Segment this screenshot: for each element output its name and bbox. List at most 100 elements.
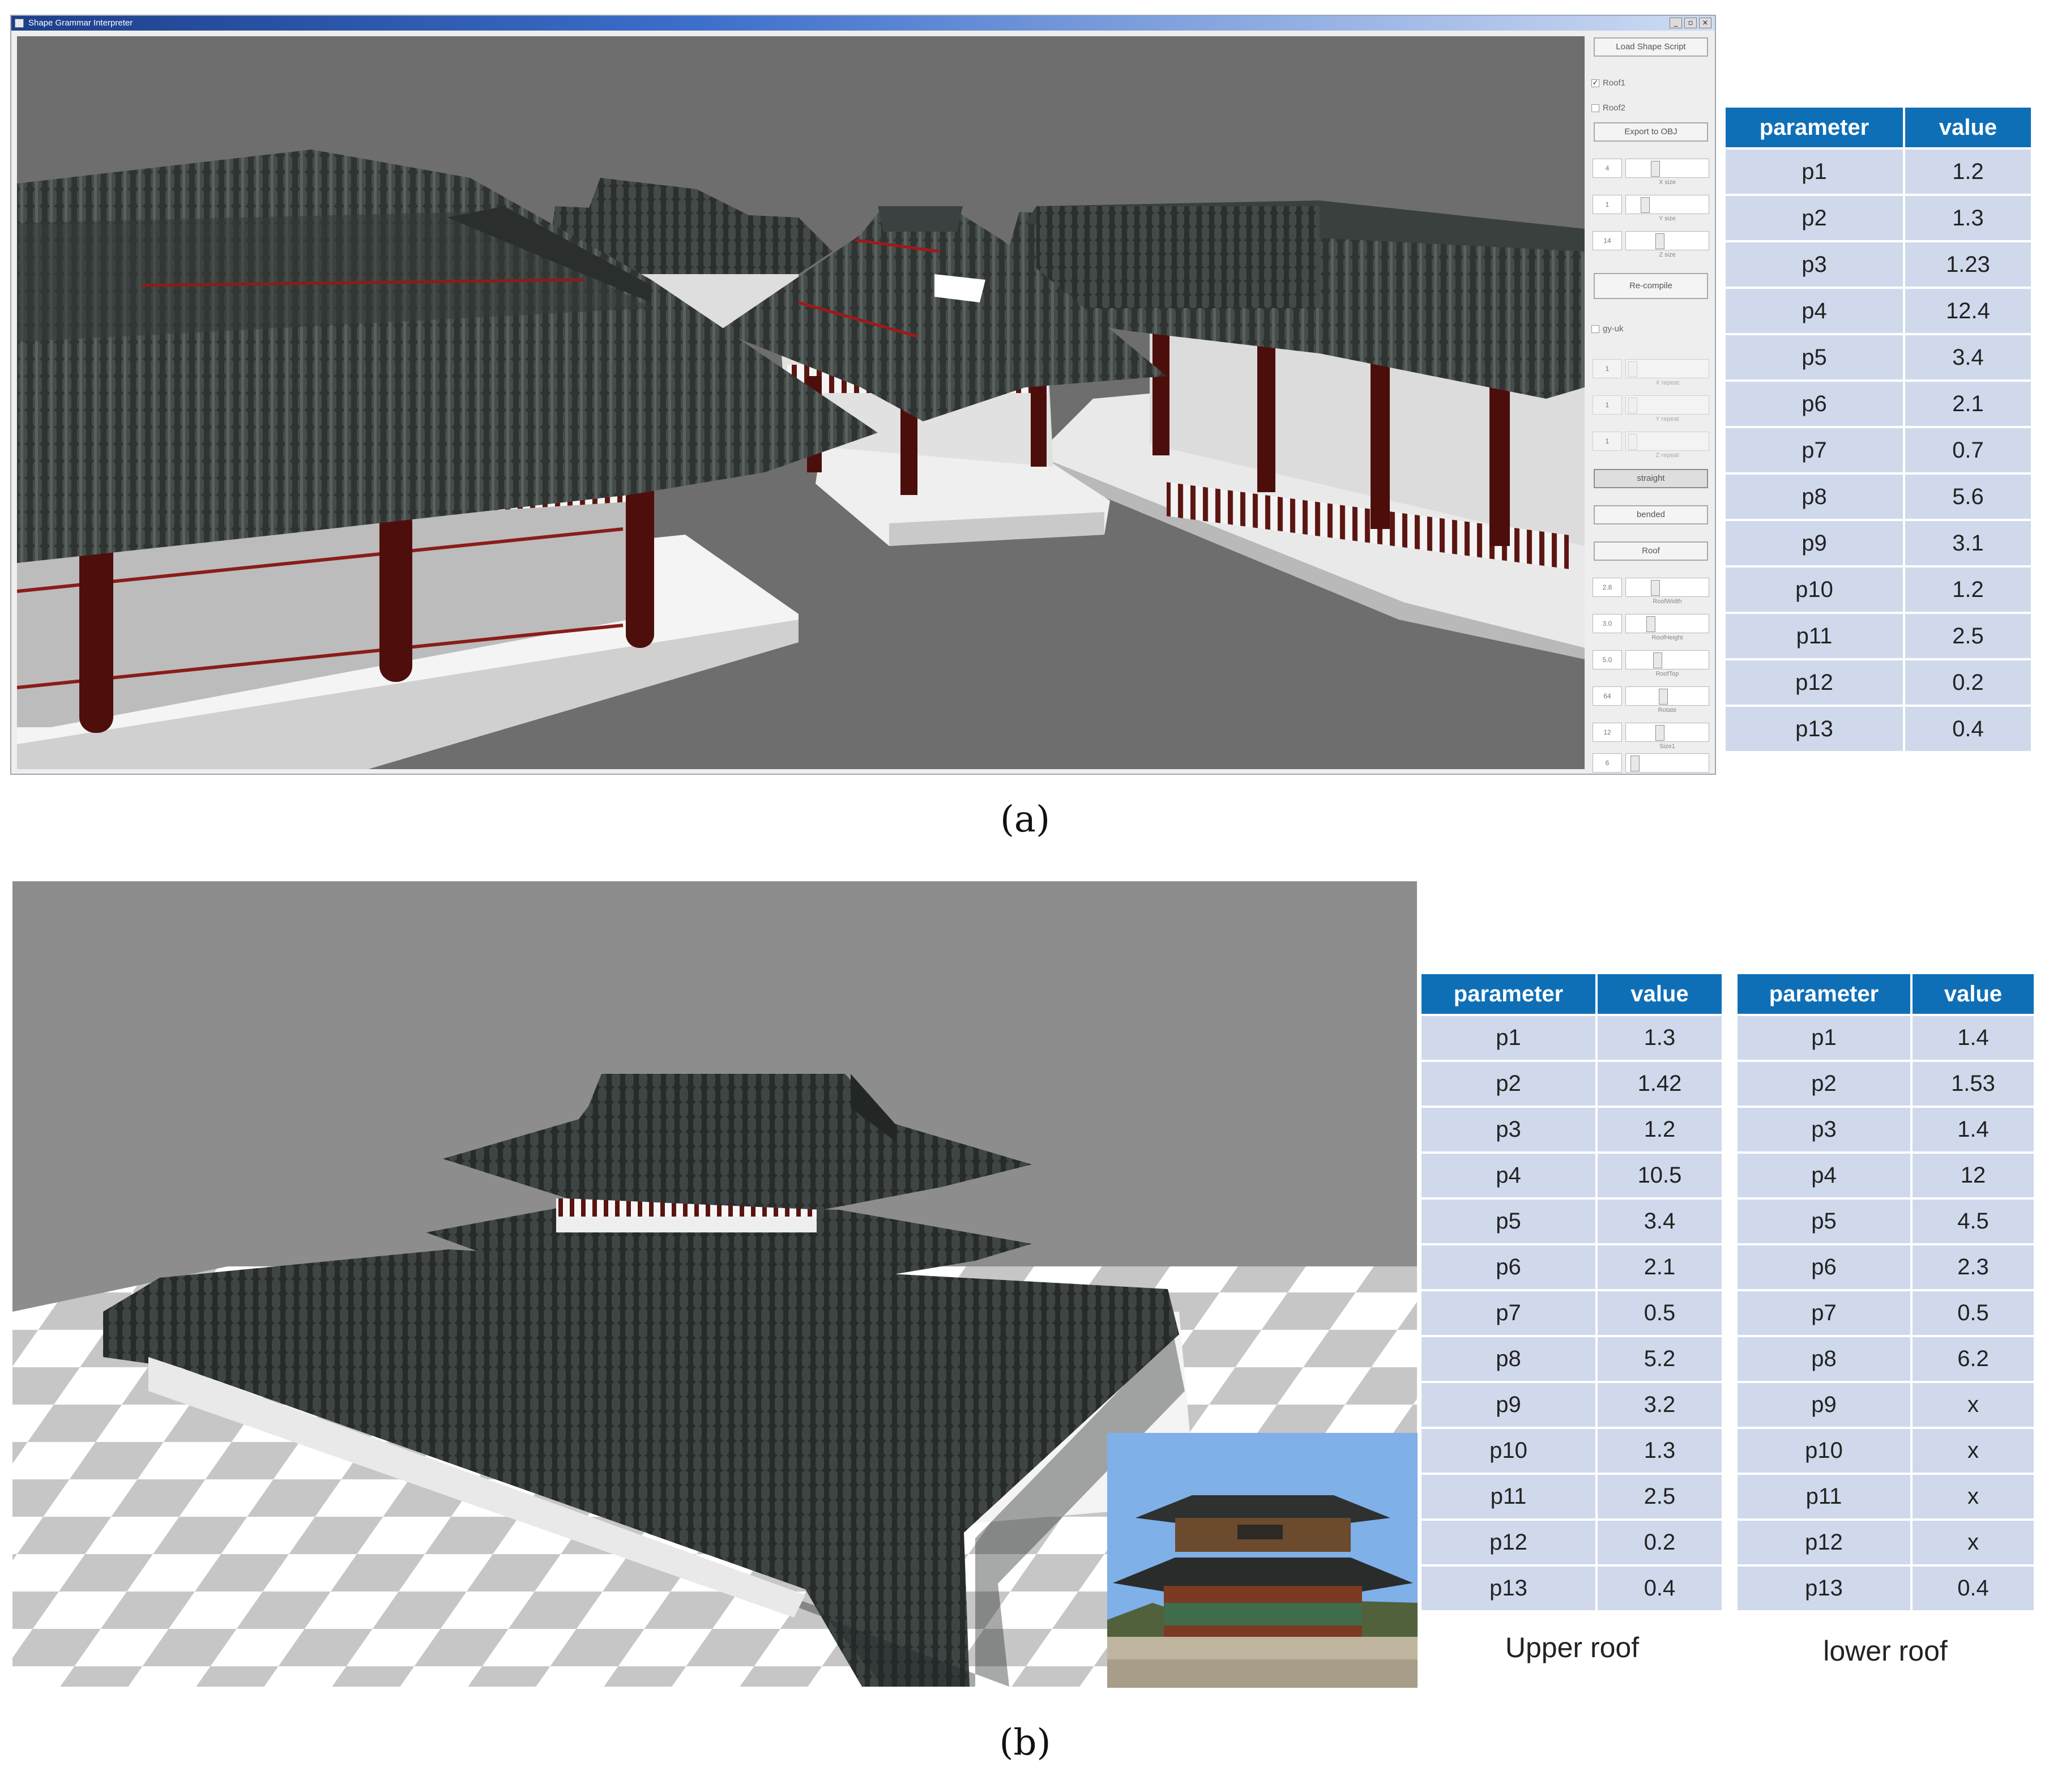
parameter-cell: p5 [1422, 1200, 1595, 1243]
slider-thumb[interactable] [1628, 361, 1637, 377]
x-size-slider[interactable]: 4 X size [1593, 157, 1709, 189]
size2-track[interactable] [1625, 753, 1709, 773]
parameter-cell: p12 [1422, 1521, 1595, 1564]
slider-thumb[interactable] [1628, 398, 1637, 413]
roof1-check-icon[interactable]: ✓ [1591, 79, 1599, 87]
table-row: p2 1.53 [1738, 1062, 2034, 1106]
rotate-value[interactable]: 64 [1593, 686, 1622, 706]
x-repeat-value[interactable]: 1 [1593, 359, 1622, 378]
bended-button[interactable]: bended [1594, 505, 1708, 524]
roof1-checkbox[interactable]: ✓ Roof1 [1591, 78, 1625, 88]
straight-button[interactable]: straight [1594, 469, 1708, 488]
parameter-cell: p1 [1422, 1016, 1595, 1060]
z-size-track[interactable] [1625, 231, 1709, 250]
table-row: p7 0.5 [1738, 1291, 2034, 1335]
slider-thumb[interactable] [1628, 434, 1637, 450]
value-cell: 0.4 [1905, 707, 2031, 751]
y-repeat-value[interactable]: 1 [1593, 395, 1622, 415]
3d-viewport[interactable] [17, 36, 1585, 769]
x-size-value[interactable]: 4 [1593, 159, 1622, 178]
table-row: p5 4.5 [1738, 1200, 2034, 1243]
size1-value[interactable]: 12 [1593, 723, 1622, 742]
y-repeat-slider[interactable]: 1 Y repeat [1593, 394, 1709, 426]
value-cell: 2.1 [1905, 382, 2031, 426]
slider-thumb[interactable] [1641, 197, 1650, 213]
slider-thumb[interactable] [1651, 161, 1660, 177]
roof2-check-icon[interactable] [1591, 104, 1599, 112]
y-size-track[interactable] [1625, 195, 1709, 214]
y-repeat-track[interactable] [1625, 395, 1709, 415]
roof-top-slider[interactable]: 5.0 RoofTop [1593, 649, 1709, 681]
slider-thumb[interactable] [1630, 756, 1640, 771]
export-obj-button[interactable]: Export to OBJ [1594, 122, 1708, 142]
size1-label: Size1 [1659, 743, 1675, 750]
x-size-label: X size [1659, 179, 1676, 186]
value-cell: 2.5 [1598, 1475, 1722, 1518]
slider-thumb[interactable] [1659, 689, 1668, 705]
roof-button[interactable]: Roof [1594, 541, 1708, 561]
value-cell: 5.2 [1598, 1337, 1722, 1381]
slider-thumb[interactable] [1651, 580, 1660, 596]
maximize-button[interactable]: ▫ [1684, 18, 1697, 28]
parameter-cell: p5 [1738, 1200, 1910, 1243]
table-row: p3 1.23 [1726, 242, 2031, 287]
z-repeat-value[interactable]: 1 [1593, 432, 1622, 451]
control-panel: Load Shape Script ✓ Roof1 Roof2 Export t… [1586, 33, 1714, 773]
z-size-value[interactable]: 14 [1593, 231, 1622, 250]
z-size-slider[interactable]: 14 Z size [1593, 230, 1709, 262]
slider-thumb[interactable] [1646, 616, 1655, 632]
roof-height-label: RoofHeight [1651, 634, 1683, 641]
roof-height-value[interactable]: 3.0 [1593, 614, 1622, 633]
close-button[interactable]: × [1699, 18, 1711, 28]
palace-complex-render [17, 36, 1585, 769]
x-repeat-slider[interactable]: 1 X repeat [1593, 358, 1709, 390]
roof-top-track[interactable] [1625, 650, 1709, 669]
parameter-cell: p2 [1422, 1062, 1595, 1106]
value-cell: 1.4 [1913, 1108, 2034, 1151]
y-size-value[interactable]: 1 [1593, 195, 1622, 214]
roof-width-slider[interactable]: 2.8 RoofWidth [1593, 577, 1709, 608]
roof-height-slider[interactable]: 3.0 RoofHeight [1593, 613, 1709, 645]
gyuk-checkbox[interactable]: gy-uk [1591, 324, 1624, 334]
z-repeat-track[interactable] [1625, 432, 1709, 451]
parameter-cell: p7 [1422, 1291, 1595, 1335]
minimize-button[interactable]: _ [1670, 18, 1682, 28]
caption-a: (a) [1000, 799, 1051, 840]
rotate-track[interactable] [1625, 686, 1709, 706]
rotate-slider[interactable]: 64 Rotate [1593, 685, 1709, 717]
parameter-cell: p10 [1726, 568, 1903, 612]
slider-thumb[interactable] [1653, 652, 1662, 668]
parameter-cell: p9 [1738, 1383, 1910, 1427]
lower-roof-table: parameter value p1 1.4 p2 1.53 p3 1.4 p4 12 p5 4.… [1735, 972, 2036, 1612]
gyuk-check-icon[interactable] [1591, 325, 1599, 333]
value-cell: 6.2 [1913, 1337, 2034, 1381]
window-titlebar[interactable]: Shape Grammar Interpreter _ ▫ × [11, 16, 1715, 31]
size1-slider[interactable]: 12 Size1 [1593, 722, 1709, 753]
roof-width-track[interactable] [1625, 578, 1709, 597]
x-repeat-track[interactable] [1625, 359, 1709, 378]
roof-width-value[interactable]: 2.8 [1593, 578, 1622, 597]
table-row: p10 1.2 [1726, 568, 2031, 612]
upper-roof-table: parameter value p1 1.3 p2 1.42 p3 1.2 p4 10.5 p5… [1419, 972, 1724, 1612]
size2-slider[interactable]: 6 [1593, 752, 1709, 773]
reference-photo [1107, 1433, 1418, 1688]
recompile-button[interactable]: Re-compile [1594, 273, 1708, 299]
size2-value[interactable]: 6 [1593, 753, 1622, 773]
header-value: value [1913, 974, 2034, 1014]
x-size-track[interactable] [1625, 159, 1709, 178]
roof-top-value[interactable]: 5.0 [1593, 650, 1622, 669]
y-size-slider[interactable]: 1 Y size [1593, 194, 1709, 225]
table-row: p7 0.5 [1422, 1291, 1722, 1335]
slider-thumb[interactable] [1655, 233, 1664, 249]
table-a-body: p1 1.2 p2 1.3 p3 1.23 p4 12.4 p5 3.4 p6 2.1 p7 0.7 p8 5… [1726, 150, 2031, 751]
parameter-cell: p8 [1738, 1337, 1910, 1381]
roof2-checkbox[interactable]: Roof2 [1591, 103, 1625, 113]
roof-height-track[interactable] [1625, 614, 1709, 633]
parameter-cell: p13 [1726, 707, 1903, 751]
z-repeat-slider[interactable]: 1 Z repeat [1593, 430, 1709, 462]
parameter-cell: p6 [1422, 1245, 1595, 1289]
slider-thumb[interactable] [1655, 725, 1664, 741]
caption-b: (b) [999, 1722, 1051, 1764]
load-shape-script-button[interactable]: Load Shape Script [1594, 37, 1708, 57]
size1-track[interactable] [1625, 723, 1709, 742]
